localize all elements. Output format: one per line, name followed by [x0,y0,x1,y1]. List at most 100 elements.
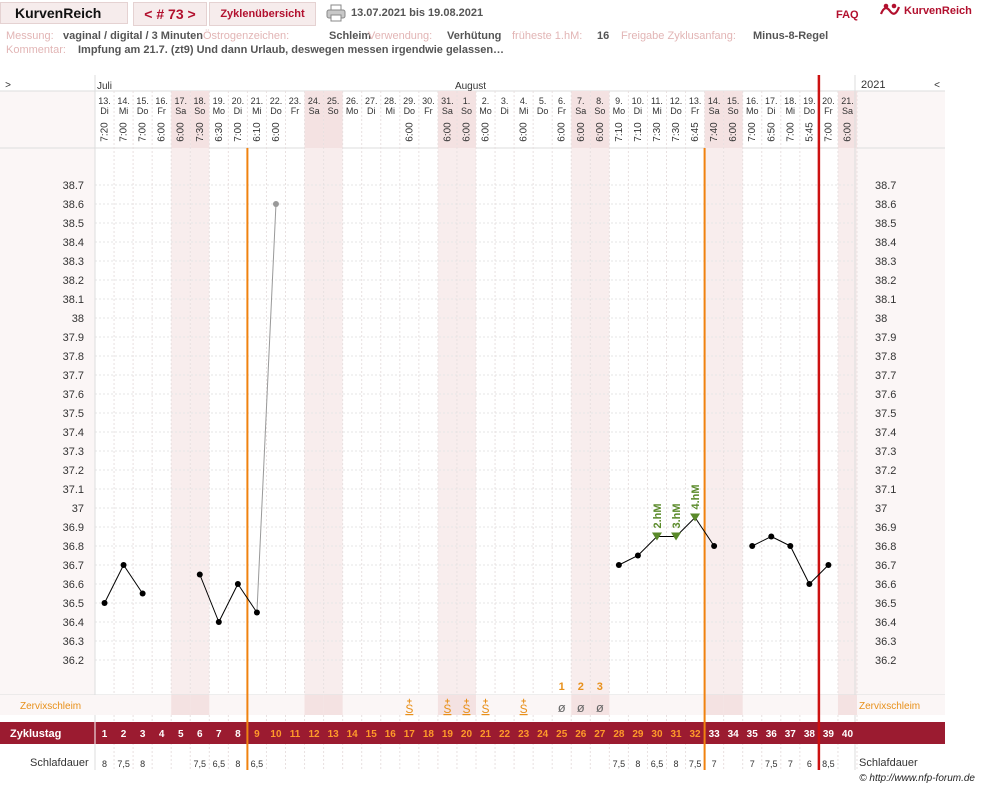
high-measurement-label: 2.hM [652,503,664,528]
day-date-label: 11. [651,96,663,106]
temperature-point [215,619,222,625]
measurement-time-label: 7:30 [652,122,663,142]
measurement-time-label: 6:45 [690,122,701,142]
y-tick-label-right: 38 [875,313,887,325]
y-tick-label-left: 36.6 [63,579,84,591]
temperature-point [806,581,813,587]
faq-link[interactable]: FAQ [836,9,859,21]
measurement-time-label: 6:00 [176,122,187,142]
day-weekday-label: Do [804,106,816,116]
day-weekday-label: So [728,106,739,116]
measurement-value: vaginal / digital / 3 Minuten [63,30,203,42]
measurement-info: Messung: [6,30,54,42]
y-tick-label-left: 37.9 [63,332,84,344]
cycle-day-number: 15 [366,729,378,740]
measurement-time-label: 7:00 [747,122,758,142]
cycle-day-number: 12 [309,729,321,740]
app-title[interactable]: KurvenReich [0,2,128,24]
day-weekday-label: Mi [786,106,796,116]
comment-label: Kommentar: [6,44,66,56]
cycle-navigator[interactable]: < # 73 > [133,2,207,26]
cycle-day-number: 17 [404,729,416,740]
day-weekday-label: Sa [575,106,586,116]
measurement-time-label: 6:10 [252,122,263,142]
zervix-label-left: Zervixschleim [20,701,81,712]
measurement-time-label: 6:00 [595,122,606,142]
day-date-label: 17. [765,96,778,106]
day-weekday-label: Mo [613,106,626,116]
y-tick-label-left: 38.7 [63,180,84,192]
month-label-july: Juli [97,81,112,92]
weekend-zervix-cell [304,695,324,715]
logo-icon [880,3,900,15]
day-date-label: 25. [327,96,340,106]
brand-logo[interactable]: KurvenReich [880,2,972,20]
day-date-label: 9. [615,96,623,106]
day-weekday-label: Fr [424,106,433,116]
day-date-label: 19. [803,96,816,106]
y-tick-label-left: 36.8 [63,541,84,553]
nav-prev-arrow[interactable]: > [5,80,11,91]
copyright-credit: © http://www.nfp-forum.de [859,773,975,784]
sleep-duration-value: 6 [807,759,812,769]
day-weekday-label: Do [404,106,416,116]
day-date-label: 5. [539,96,547,106]
cycle-day-number: 30 [651,729,663,740]
day-weekday-label: Di [100,106,109,116]
cycle-overview-link[interactable]: Zyklenübersicht [209,2,316,26]
day-date-label: 3. [501,96,509,106]
zervix-label-right: Zervixschleim [859,701,920,712]
sleep-duration-value: 7 [712,759,717,769]
measurement-time-label: 6:00 [576,122,587,142]
day-date-label: 20. [822,96,835,106]
weekend-column [323,148,343,695]
day-weekday-label: Sa [709,106,720,116]
day-weekday-label: Di [634,106,643,116]
cycle-day-number: 38 [804,729,816,740]
cycle-day-number: 9 [254,729,260,740]
printer-icon[interactable] [326,4,346,22]
weekend-zervix-cell [837,695,857,715]
estrogen-label: Östrogenzeichen: [203,30,290,42]
month-label-august: August [455,81,486,92]
day-weekday-label: Mo [346,106,359,116]
day-date-label: 6. [558,96,566,106]
y-tick-label-right: 37.7 [875,370,896,382]
day-weekday-label: So [594,106,605,116]
y-tick-label-left: 37.2 [63,465,84,477]
day-date-label: 19. [213,96,226,106]
temperature-point [634,552,641,559]
y-tick-label-right: 38.2 [875,275,896,287]
sleep-duration-value: 7 [788,759,793,769]
y-tick-label-right: 38.4 [875,237,896,249]
sleep-duration-value: 7,5 [613,759,626,769]
cycle-day-number: 29 [632,729,644,740]
y-tick-label-right: 38.1 [875,294,896,306]
measurement-time-label: 6:00 [481,122,492,142]
mucus-s-mark: S [520,702,528,716]
y-tick-label-left: 37.1 [63,484,84,496]
day-weekday-label: Do [270,106,282,116]
day-date-label: 4. [520,96,528,106]
cycle-day-number: 25 [556,729,568,740]
y-tick-label-right: 36.2 [875,655,896,667]
y-tick-label-left: 37.3 [63,446,84,458]
sleep-duration-value: 7,5 [194,759,207,769]
day-date-label: 27. [365,96,378,106]
measurement-time-label: 7:00 [138,122,149,142]
y-tick-label-right: 36.6 [875,579,896,591]
cycle-day-number: 19 [442,729,454,740]
cycle-chart-svg: > <2021Juli August13.Di7:2014.Mi7:0015.Do7… [0,75,945,772]
y-tick-label-right: 37.4 [875,427,896,439]
weekend-zervix-cell [704,695,724,715]
y-tick-label-left: 38.5 [63,218,84,230]
day-date-label: 22. [270,96,283,106]
top-bar: KurvenReich < # 73 > Zyklenübersicht 13.… [0,0,981,26]
day-date-label: 16. [155,96,168,106]
sleep-duration-value: 7,5 [765,759,778,769]
nav-next-arrow[interactable]: < [934,80,940,91]
day-date-label: 20. [232,96,245,106]
sleep-duration-value: 7 [750,759,755,769]
sleep-duration-value: 6,5 [213,759,226,769]
day-weekday-label: Do [670,106,682,116]
